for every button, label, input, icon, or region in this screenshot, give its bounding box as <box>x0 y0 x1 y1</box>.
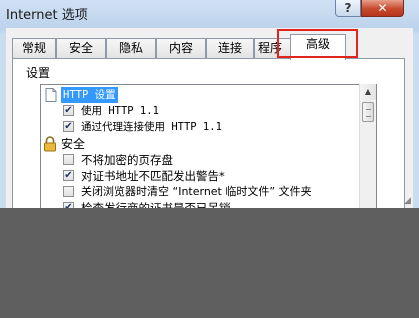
close-button[interactable]: ✕ <box>361 0 404 17</box>
internet-options-dialog: Internet 选项 ? ✕ 常规 安全 隐私 内容 连接 程序 高级 设置 … <box>0 0 419 208</box>
scroll-thumb[interactable] <box>362 102 374 122</box>
help-button[interactable]: ? <box>335 0 361 17</box>
check-revocation-label: 检查发行商的证书是否已吊销 <box>81 201 231 208</box>
tab-content[interactable]: 内容 <box>156 38 206 58</box>
advanced-tab-highlight-box <box>277 29 358 58</box>
tab-security[interactable]: 安全 <box>56 38 106 58</box>
security-label: 安全 <box>61 137 86 151</box>
checkbox-use-http11[interactable]: ✔ <box>63 105 74 116</box>
no-save-encrypted-label: 不将加密的页存盘 <box>81 153 173 167</box>
settings-list[interactable]: HTTP 设置 ✔ 使用 HTTP 1.1 ✔ 通过代理连接使用 HTTP 1.… <box>40 84 377 208</box>
cert-mismatch-label: 对证书地址不匹配发出警告* <box>81 169 225 183</box>
checkbox-proxy-http11[interactable]: ✔ <box>63 121 74 132</box>
checkbox-empty-temp-files[interactable] <box>63 186 74 197</box>
proxy-http11-label: 通过代理连接使用 HTTP 1.1 <box>81 121 222 133</box>
window-title: Internet 选项 <box>6 8 88 23</box>
settings-scrollbar[interactable]: ▲ <box>359 84 376 208</box>
use-http11-label: 使用 HTTP 1.1 <box>81 105 159 117</box>
scroll-up-arrow-icon[interactable]: ▲ <box>360 84 376 100</box>
tab-general[interactable]: 常规 <box>12 38 56 58</box>
obscured-area <box>0 208 419 318</box>
http-settings-label: HTTP 设置 <box>61 87 118 103</box>
tab-privacy[interactable]: 隐私 <box>106 38 156 58</box>
checkbox-cert-mismatch[interactable]: ✔ <box>63 170 74 181</box>
tab-connections[interactable]: 连接 <box>206 38 254 58</box>
page-icon <box>45 88 57 102</box>
empty-temp-files-label: 关闭浏览器时清空 “Internet 临时文件” 文件夹 <box>81 185 312 198</box>
settings-section-label: 设置 <box>26 66 51 80</box>
lock-icon <box>44 136 56 152</box>
resize-grip-icon[interactable]: ◢ <box>404 196 416 208</box>
checkbox-no-save-encrypted[interactable] <box>63 154 74 165</box>
